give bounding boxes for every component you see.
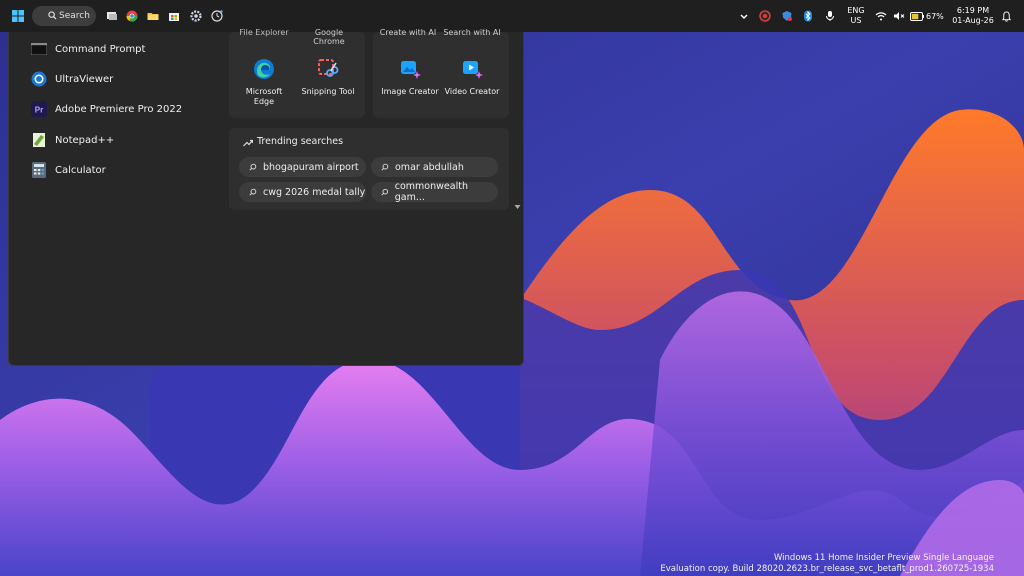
watermark-line2: Evaluation copy. Build 28020.2623.br_rel…	[660, 564, 994, 574]
snipping-tool-icon	[318, 59, 339, 77]
app-ultraviewer[interactable]: UltraViewer	[31, 68, 113, 90]
tile-label-line1: Snipping Tool	[301, 87, 355, 96]
edge-icon	[254, 59, 274, 79]
language-indicator[interactable]: ENG US	[842, 6, 870, 26]
gear-icon	[190, 10, 202, 22]
tile-video-creator[interactable]: Video Creator	[437, 58, 507, 97]
trending-chip-3[interactable]: cwg 2026 medal tally	[239, 182, 366, 202]
chevron-up-icon	[740, 14, 748, 19]
video-creator-icon	[463, 61, 483, 79]
shield-icon	[782, 11, 792, 21]
start-button[interactable]	[8, 6, 28, 26]
tray-app-2[interactable]	[777, 6, 797, 26]
scroll-down-arrow[interactable]	[514, 195, 521, 214]
tile-label-line1: Microsoft	[245, 87, 283, 96]
caret-down-icon	[514, 205, 521, 209]
notifications-button[interactable]	[996, 6, 1016, 26]
taskbar: Search ENG US 67% 6:19 PM 01-Aug-26	[0, 0, 1024, 32]
tile-image-creator[interactable]: Image Creator	[375, 58, 445, 97]
cut-create-label-2: Search with AI	[443, 28, 501, 37]
volume-muted-icon	[894, 12, 905, 20]
clock-time: 6:19 PM	[956, 6, 990, 15]
search-icon	[48, 11, 57, 20]
calculator-icon	[32, 162, 46, 178]
chip-label: omar abdullah	[395, 161, 464, 173]
tile-label: Video Creator	[444, 87, 500, 96]
bluetooth-icon	[804, 10, 812, 22]
ultraviewer-icon	[31, 71, 47, 87]
search-label: Search	[59, 11, 90, 21]
microphone-icon	[826, 11, 834, 21]
search-panel: Command Prompt UltraViewer Pr Adobe Prem…	[8, 28, 524, 366]
app-label: Notepad++	[55, 134, 115, 146]
trending-searches-card: Trending searches bhogapuram airport oma…	[229, 128, 509, 210]
cut-app-label-3: Chrome	[313, 37, 345, 46]
tray-overflow-button[interactable]	[734, 6, 754, 26]
tray-volume[interactable]	[889, 6, 909, 26]
windows-logo-icon	[12, 10, 24, 22]
cut-app-label-2: Google	[314, 28, 344, 37]
trending-chip-2[interactable]: omar abdullah	[371, 157, 498, 177]
tray-battery[interactable]: 67%	[910, 6, 944, 26]
notepadpp-icon	[33, 133, 45, 147]
chrome-icon	[126, 10, 138, 22]
tray-bluetooth[interactable]	[798, 6, 818, 26]
trending-chip-4[interactable]: commonwealth gam...	[371, 181, 498, 203]
trending-chip-1[interactable]: bhogapuram airport	[239, 157, 366, 177]
tray-app-1[interactable]	[755, 6, 775, 26]
battery-percent: 67%	[926, 11, 944, 21]
search-icon	[381, 188, 389, 196]
antivirus-icon	[759, 10, 771, 22]
create-card: Create with AI Search with AI Image Crea…	[373, 28, 509, 118]
store-icon	[169, 13, 179, 21]
app-command-prompt[interactable]: Command Prompt	[31, 38, 145, 60]
app-premiere-pro[interactable]: Pr Adobe Premiere Pro 2022	[31, 98, 182, 120]
watermark-line1: Windows 11 Home Insider Preview Single L…	[773, 553, 994, 563]
chip-label: bhogapuram airport	[263, 161, 359, 173]
chip-label: commonwealth gam...	[394, 181, 468, 203]
taskbar-search-box[interactable]: Search	[32, 6, 96, 26]
app-label: Adobe Premiere Pro 2022	[55, 103, 183, 115]
app-calculator[interactable]: Calculator	[31, 159, 106, 181]
svg-text:Pr: Pr	[35, 106, 43, 115]
trending-arrow-icon	[243, 139, 253, 147]
app-label: Calculator	[55, 164, 106, 176]
wifi-icon	[875, 12, 887, 21]
taskbar-task-view[interactable]	[102, 6, 122, 26]
cut-app-label-1: File Explorer	[239, 28, 289, 37]
premiere-pro-icon: Pr	[31, 101, 47, 117]
cut-create-label-1: Create with AI	[379, 28, 437, 37]
taskbar-settings[interactable]	[186, 6, 206, 26]
folder-icon	[147, 13, 159, 20]
trending-title: Trending searches	[257, 136, 344, 147]
tile-snipping-tool[interactable]: Snipping Tool	[293, 58, 363, 97]
language-line1: ENG	[847, 6, 865, 15]
app-label: UltraViewer	[55, 73, 114, 85]
clock[interactable]: 6:19 PM 01-Aug-26	[950, 6, 996, 26]
top-apps-card: File Explorer Google Chrome Microsoft Ed…	[229, 28, 365, 118]
battery-icon	[910, 11, 924, 21]
command-prompt-icon	[31, 43, 47, 55]
taskbar-file-explorer[interactable]	[143, 6, 163, 26]
tray-microphone[interactable]	[820, 6, 840, 26]
search-icon	[249, 163, 257, 171]
chip-label: cwg 2026 medal tally	[263, 186, 366, 198]
tile-label-line2: Edge	[253, 97, 275, 106]
image-creator-icon	[401, 61, 421, 79]
search-icon	[249, 188, 257, 196]
clock-app-icon	[211, 10, 223, 22]
language-line2: US	[850, 16, 862, 25]
tile-label: Image Creator	[381, 87, 439, 96]
taskbar-clock-app[interactable]	[207, 6, 227, 26]
clock-date: 01-Aug-26	[952, 16, 994, 25]
task-view-icon	[107, 12, 117, 20]
taskbar-chrome[interactable]	[122, 6, 142, 26]
tile-microsoft-edge[interactable]: Microsoft Edge	[229, 58, 299, 107]
search-icon	[381, 163, 389, 171]
app-notepadpp[interactable]: Notepad++	[31, 129, 114, 151]
app-label: Command Prompt	[55, 43, 146, 55]
taskbar-store[interactable]	[164, 6, 184, 26]
bell-icon	[1001, 10, 1011, 22]
tray-wifi[interactable]	[871, 6, 891, 26]
